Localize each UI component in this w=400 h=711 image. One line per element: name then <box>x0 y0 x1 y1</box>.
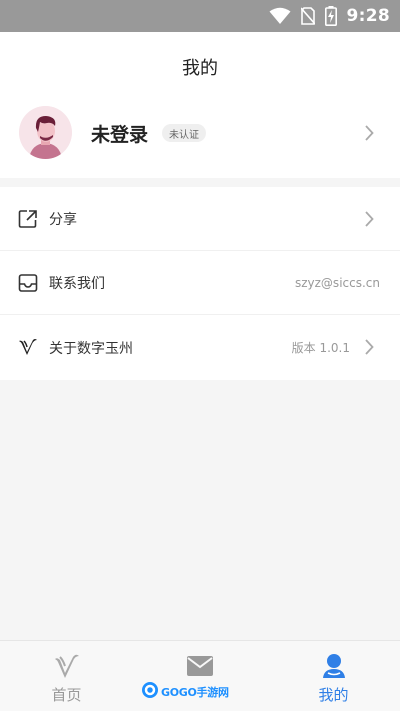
app-logo-icon <box>18 337 38 357</box>
profile-name[interactable]: 未登录 <box>91 120 148 147</box>
inbox-icon <box>18 273 38 293</box>
chevron-right-icon <box>364 211 374 231</box>
no-sim-icon <box>300 7 315 25</box>
tab-home[interactable]: 首页 <box>0 641 133 711</box>
menu-item-label: 分享 <box>49 211 77 228</box>
person-icon <box>322 653 346 679</box>
battery-charging-icon <box>324 6 337 26</box>
app-version: 版本 1.0.1 <box>291 341 350 355</box>
tab-label: 我的 <box>318 686 349 704</box>
contact-email: szyz@siccs.cn <box>294 275 380 290</box>
verification-badge: 未认证 <box>162 124 206 142</box>
chevron-right-icon <box>364 339 374 359</box>
menu-item-about[interactable]: 关于数字玉州 版本 1.0.1 <box>0 315 400 380</box>
menu-item-label: 联系我们 <box>49 275 105 292</box>
share-icon <box>18 209 38 229</box>
user-avatar-icon[interactable] <box>19 106 72 159</box>
watermark: GOGO手游网 <box>141 681 229 703</box>
menu-item-contact[interactable]: 联系我们 szyz@siccs.cn <box>0 251 400 315</box>
menu-item-share[interactable]: 分享 <box>0 187 400 251</box>
page-header: 我的 <box>0 32 400 102</box>
status-bar: 9:28 <box>0 0 400 32</box>
watermark-text: GOGO手游网 <box>161 686 229 699</box>
profile-row[interactable]: 未登录 未认证 <box>0 100 400 178</box>
settings-menu: 分享 联系我们 szyz@siccs.cn 关于数字玉州 版本 1.0.1 <box>0 187 400 380</box>
page-title: 我的 <box>182 58 218 79</box>
tab-mine[interactable]: 我的 <box>267 641 400 711</box>
tab-label: 首页 <box>51 686 82 704</box>
watermark-logo-icon <box>141 681 159 703</box>
menu-item-label: 关于数字玉州 <box>49 340 133 357</box>
home-logo-icon <box>53 653 81 679</box>
mail-icon <box>186 653 213 679</box>
chevron-right-icon <box>364 125 374 145</box>
status-time: 9:28 <box>346 6 390 26</box>
wifi-icon <box>269 7 291 25</box>
